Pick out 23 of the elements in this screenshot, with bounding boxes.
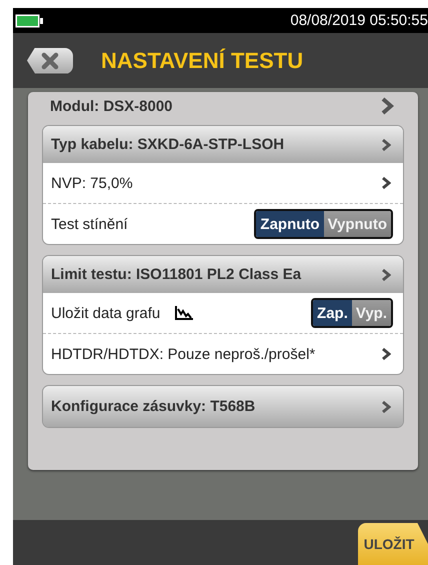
on-off-switch[interactable]: Zap. Vyp. (311, 298, 393, 328)
graph-icon (174, 305, 194, 321)
chevron-icon (381, 268, 391, 282)
battery-icon (15, 14, 43, 28)
setting-row[interactable]: NVP: 75,0% (51, 174, 393, 192)
module-setting[interactable]: Modul: DSX-8000 (42, 92, 404, 120)
setting-label: Test stínění (51, 216, 128, 232)
save-button[interactable]: ULOŽIT (358, 523, 428, 565)
chevron-icon (381, 176, 391, 190)
on-off-switch[interactable]: Zapnuto Vypnuto (254, 209, 393, 239)
close-icon (41, 52, 59, 70)
setting-row[interactable]: HDTDR/HDTDX: Pouze neproš./prošel* (51, 346, 393, 362)
chevron-icon (381, 400, 391, 414)
chevron-icon (381, 138, 391, 152)
chevron-icon (380, 97, 394, 115)
group-header[interactable]: Konfigurace zásuvky: T568B (43, 386, 403, 427)
setting-label: Uložit data grafu (51, 304, 160, 322)
chevron-icon (381, 347, 391, 361)
date-time: 08/08/2019 05:50:55 (290, 12, 428, 29)
group-header[interactable]: Typ kabelu: SXKD-6A-STP-LSOH (43, 126, 403, 163)
screen-title: NASTAVENÍ TESTU (101, 48, 304, 74)
close-button[interactable] (27, 48, 73, 74)
group-header[interactable]: Limit testu: ISO11801 PL2 Class Ea (43, 256, 403, 293)
